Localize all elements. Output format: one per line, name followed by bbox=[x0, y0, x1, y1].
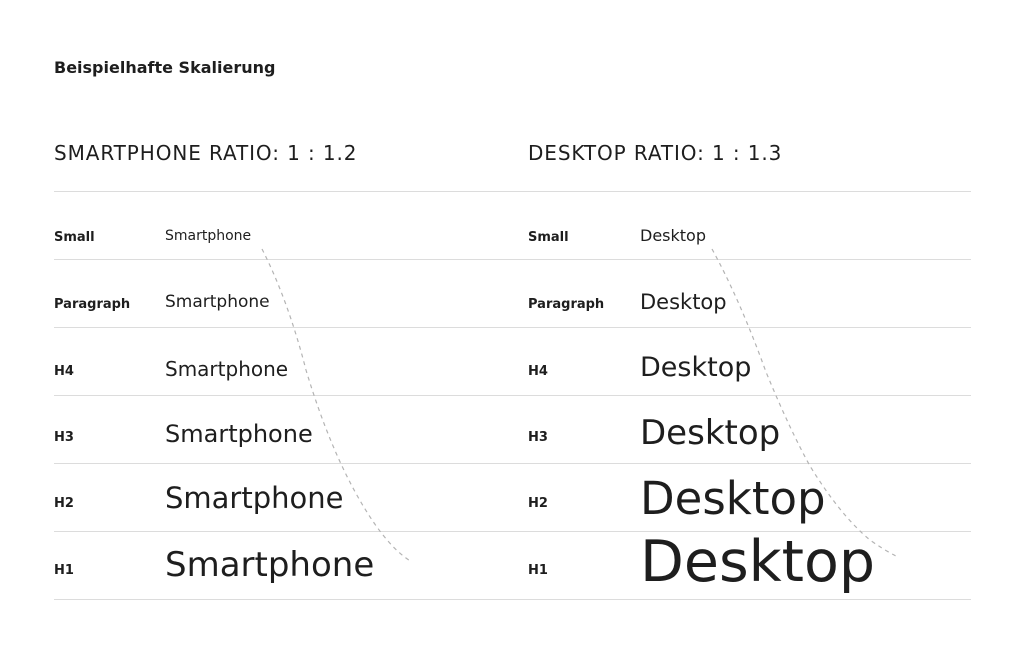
smartphone-sample-paragraph: Smartphone bbox=[165, 292, 270, 312]
smartphone-label-h3: H3 bbox=[54, 430, 74, 445]
desktop-sample-paragraph: Desktop bbox=[640, 290, 727, 314]
desktop-label-h3: H3 bbox=[528, 430, 548, 445]
desktop-sample-h3: Desktop bbox=[640, 413, 781, 453]
smartphone-ratio-heading: SMARTPHONE RATIO: 1 : 1.2 bbox=[54, 141, 358, 165]
smartphone-sample-h4: Smartphone bbox=[165, 357, 289, 381]
desktop-label-paragraph: Paragraph bbox=[528, 297, 605, 312]
desktop-sample-h2: Desktop bbox=[640, 472, 826, 525]
header-divider bbox=[54, 191, 971, 192]
desktop-ratio-heading: DESKTOP RATIO: 1 : 1.3 bbox=[528, 141, 783, 165]
row-divider bbox=[54, 599, 971, 600]
smartphone-sample-h3: Smartphone bbox=[165, 420, 313, 448]
smartphone-sample-h1: Smartphone bbox=[165, 545, 375, 585]
smartphone-label-small: Small bbox=[54, 230, 95, 245]
smartphone-sample-h2: Smartphone bbox=[165, 481, 344, 515]
desktop-sample-h4: Desktop bbox=[640, 352, 752, 383]
figure-title: Beispielhafte Skalierung bbox=[54, 58, 276, 77]
smartphone-scale-guide-line bbox=[261, 248, 413, 563]
smartphone-label-paragraph: Paragraph bbox=[54, 297, 131, 312]
desktop-label-h4: H4 bbox=[528, 364, 548, 379]
row-divider bbox=[54, 327, 971, 328]
desktop-label-h1: H1 bbox=[528, 563, 548, 578]
row-divider bbox=[54, 259, 971, 260]
smartphone-sample-small: Smartphone bbox=[165, 228, 252, 244]
desktop-sample-small: Desktop bbox=[640, 226, 706, 245]
desktop-label-h2: H2 bbox=[528, 496, 548, 511]
desktop-label-small: Small bbox=[528, 230, 569, 245]
row-divider bbox=[54, 395, 971, 396]
smartphone-label-h4: H4 bbox=[54, 364, 74, 379]
smartphone-label-h2: H2 bbox=[54, 496, 74, 511]
row-divider bbox=[54, 463, 971, 464]
smartphone-label-h1: H1 bbox=[54, 563, 74, 578]
desktop-sample-h1: Desktop bbox=[640, 529, 876, 595]
